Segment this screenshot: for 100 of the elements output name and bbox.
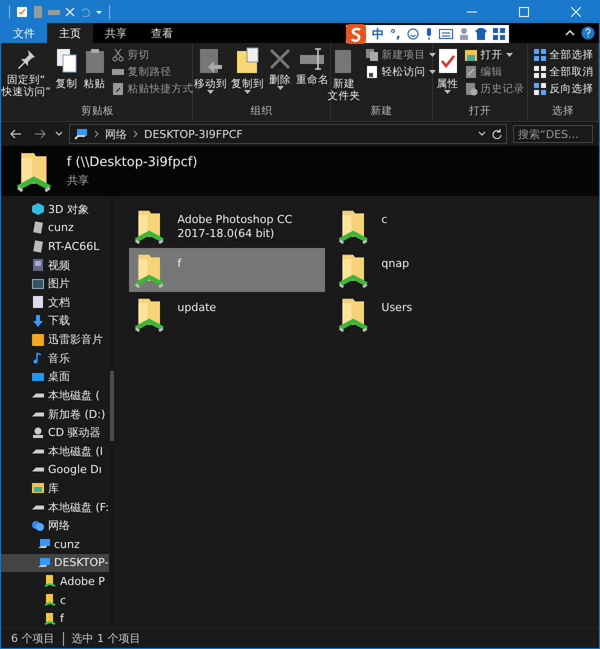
selection-count: 选中 1 个项目 [72, 631, 140, 646]
shared-folder-item[interactable]: update [129, 292, 325, 336]
shared-folder-icon [15, 150, 53, 192]
group-label: 新建 [370, 105, 394, 119]
ribbon-button[interactable]: 反向选择 [532, 81, 594, 97]
checklist-icon[interactable] [16, 6, 28, 18]
cd-icon [31, 426, 45, 440]
maximize-icon [519, 7, 529, 17]
ribbon-button[interactable]: 新建 文件夹 [326, 45, 362, 105]
shared-folder-item[interactable]: c [333, 204, 529, 248]
ribbon-button[interactable]: 粘贴 [82, 45, 108, 105]
ribbon-tab[interactable]: 共享 [93, 23, 139, 43]
ribbon-button[interactable]: 复制到 [230, 45, 265, 105]
shared-folder-item[interactable]: f [129, 248, 325, 292]
ribbon-button[interactable]: 复制 [54, 45, 80, 105]
ribbon-button[interactable]: 移动到 [193, 45, 228, 105]
nav-item[interactable]: 库 [1, 479, 109, 498]
ime-mode[interactable]: 中 [372, 26, 384, 42]
shared-folder-icon [43, 574, 57, 588]
ribbon-button[interactable]: 轻松访问 [364, 64, 436, 80]
nav-item[interactable]: DESKTOP- [1, 554, 109, 572]
nav-item[interactable]: 迅雷影音片 [1, 330, 109, 349]
network-icon [31, 518, 45, 533]
ime-punctuation[interactable]: °, [390, 27, 401, 41]
video-icon [31, 258, 45, 272]
network-drive-icon [31, 240, 45, 254]
nav-item[interactable]: f [1, 609, 109, 628]
disk-drive-icon [31, 448, 45, 454]
nav-item[interactable]: RT-AC66L [1, 237, 109, 256]
nav-item[interactable]: c [1, 590, 109, 610]
edit-icon [464, 65, 478, 79]
shared-folder-item[interactable]: Adobe Photoshop CC 2017-18.0(64 bit) [129, 204, 325, 248]
grid-icon[interactable] [492, 28, 505, 40]
folder-arrow-icon [198, 47, 224, 75]
breadcrumb[interactable]: 网络 [105, 126, 127, 142]
nav-item[interactable]: 网络 [1, 516, 109, 535]
nav-item[interactable]: cunz [1, 218, 109, 238]
shared-folder-icon [337, 296, 370, 332]
shared-folder-icon [133, 208, 166, 244]
group-label: 打开 [468, 105, 492, 119]
nav-item[interactable]: 下载 [1, 312, 109, 330]
shared-folder-item[interactable]: qnap [333, 248, 529, 292]
nav-item[interactable]: 新加卷 (D:) [1, 404, 109, 424]
shirt-icon[interactable] [474, 28, 487, 40]
nav-item[interactable]: 图片 [1, 274, 109, 294]
cube-icon [31, 202, 45, 216]
folder-subtitle: 共享 [66, 172, 90, 188]
nav-item[interactable]: 本地磁盘 (F: [1, 498, 109, 516]
picture-icon [31, 276, 45, 291]
smiley-icon[interactable] [406, 28, 419, 40]
folder-title: f (\\Desktop-3i9fpcf) [66, 154, 198, 170]
nav-item[interactable]: Adobe P [1, 572, 109, 591]
nav-item[interactable]: 桌面 [1, 367, 109, 386]
shared-folder-icon [43, 612, 57, 626]
shared-folder-item[interactable]: Users [333, 292, 529, 336]
shared-folder-icon [337, 208, 370, 244]
nav-item[interactable]: 视频 [1, 256, 109, 274]
keyboard-icon[interactable] [438, 29, 453, 39]
shared-folder-icon [337, 252, 370, 288]
nav-item[interactable]: 本地磁盘 (I [1, 442, 109, 461]
nav-item[interactable]: Google Dı [1, 460, 109, 480]
help-icon[interactable] [581, 26, 595, 40]
shortcut-icon [110, 82, 125, 96]
ribbon-tab[interactable]: 主页 [47, 23, 93, 43]
recent-locations-icon[interactable] [55, 131, 63, 137]
refresh-icon[interactable] [492, 129, 502, 139]
person-icon[interactable] [458, 28, 469, 40]
microphone-icon[interactable] [424, 28, 433, 40]
ribbon-button[interactable]: 固定到“ 快速访问” [0, 45, 52, 105]
close-icon[interactable] [65, 7, 75, 17]
nav-item[interactable]: 音乐 [1, 348, 109, 368]
ime-logo-icon[interactable] [346, 24, 366, 44]
ribbon-tab[interactable]: 查看 [139, 23, 185, 43]
address-field[interactable]: 网络 DESKTOP-3I9FPCF [69, 124, 507, 144]
ribbon-button[interactable]: 删除 [267, 45, 293, 105]
shared-folder-icon [43, 593, 57, 608]
disk-drive-icon [31, 504, 45, 510]
breadcrumb[interactable]: DESKTOP-3I9FPCF [144, 128, 243, 140]
group-label: 组织 [250, 105, 274, 119]
chevron-icon [133, 130, 138, 138]
ribbon-button[interactable]: 属性 [434, 45, 460, 105]
chevron-icon [94, 130, 99, 138]
cut-icon [110, 48, 125, 62]
nav-item[interactable]: 本地磁盘 ( [1, 386, 109, 405]
ribbon-button[interactable]: 全部选择 [532, 47, 594, 63]
search-field[interactable]: 搜索“DES... [513, 125, 593, 143]
nav-item[interactable]: 3D 对象 [1, 200, 109, 219]
nav-item[interactable]: cunz [1, 534, 109, 554]
nav-item[interactable]: CD 驱动器 [1, 423, 109, 442]
library-icon [31, 481, 45, 496]
dropdown-caret-icon[interactable] [478, 131, 486, 137]
nav-item[interactable]: 文档 [1, 293, 109, 312]
disk-drive-icon [31, 412, 45, 416]
ribbon-button[interactable]: 全部取消 [532, 64, 594, 80]
close-icon [571, 7, 581, 17]
ribbon-button[interactable]: 打开 [462, 47, 526, 63]
collapse-ribbon-icon[interactable] [565, 30, 575, 36]
ribbon-tab[interactable]: 文件 [1, 23, 47, 43]
shared-folder-icon [133, 252, 166, 288]
documents-icon [54, 47, 79, 75]
